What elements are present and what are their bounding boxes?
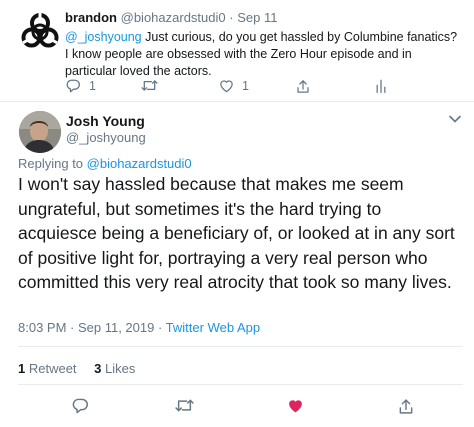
parent-header: brandon @biohazardstudi0 · Sep 11 [65,10,277,25]
parent-share-button[interactable] [296,79,310,94]
author-handle[interactable]: @_joshyoung [66,130,146,145]
share-icon [296,79,310,94]
parent-analytics-button[interactable] [375,79,387,93]
replying-to: Replying to @biohazardstudi0 [18,156,192,171]
tweet-source-link[interactable]: Twitter Web App [166,320,260,335]
retweet-icon [141,79,158,92]
parent-separator: · [229,10,234,25]
parent-author-name[interactable]: brandon [65,10,117,25]
parent-action-bar: 1 1 [65,79,445,97]
tweet-metadata: 8:03 PM · Sep 11, 2019 · Twitter Web App [18,320,260,335]
parent-author-handle[interactable]: @biohazardstudi0 [121,10,226,25]
chevron-down-icon [449,115,461,123]
like-icon [287,398,304,414]
tweet-text: I won't say hassled because that makes m… [18,174,455,292]
share-icon [398,398,414,415]
replying-to-link[interactable]: @biohazardstudi0 [87,156,192,171]
like-button[interactable] [287,398,304,414]
likes-label: Likes [101,361,136,376]
tweet-stats: 1 Retweet 3 Likes [18,361,135,376]
retweet-stat[interactable]: 1 Retweet [18,361,77,376]
replying-prefix: Replying to [18,156,87,171]
likes-stat[interactable]: 3 Likes [94,361,135,376]
parent-date[interactable]: Sep 11 [237,10,277,25]
avatar[interactable] [19,111,61,153]
retweet-label: Retweet [25,361,77,376]
parent-tweet[interactable]: brandon @biohazardstudi0 · Sep 11 @_josh… [0,0,474,102]
divider [18,384,463,385]
more-options-button[interactable] [449,115,461,123]
tweet-action-bar [0,398,474,416]
biohazard-icon[interactable] [18,10,62,54]
parent-retweet-button[interactable] [141,79,158,92]
parent-like-button[interactable]: 1 [219,79,249,93]
parent-mention-link[interactable]: @_joshyoung [65,30,142,44]
retweet-icon [175,398,194,413]
tweet-timestamp[interactable]: 8:03 PM · Sep 11, 2019 · [18,320,166,335]
parent-like-count: 1 [242,79,249,93]
retweet-button[interactable] [175,398,194,413]
analytics-icon [375,79,387,93]
parent-reply-button[interactable]: 1 [65,79,96,93]
parent-reply-count: 1 [89,79,96,93]
author-name[interactable]: Josh Young [66,113,145,129]
share-button[interactable] [398,398,414,415]
reply-icon [71,398,89,414]
reply-button[interactable] [71,398,89,414]
divider [18,346,463,347]
reply-icon [65,79,81,93]
like-icon [219,79,234,93]
parent-tweet-text: @_joshyoung Just curious, do you get has… [65,29,460,80]
